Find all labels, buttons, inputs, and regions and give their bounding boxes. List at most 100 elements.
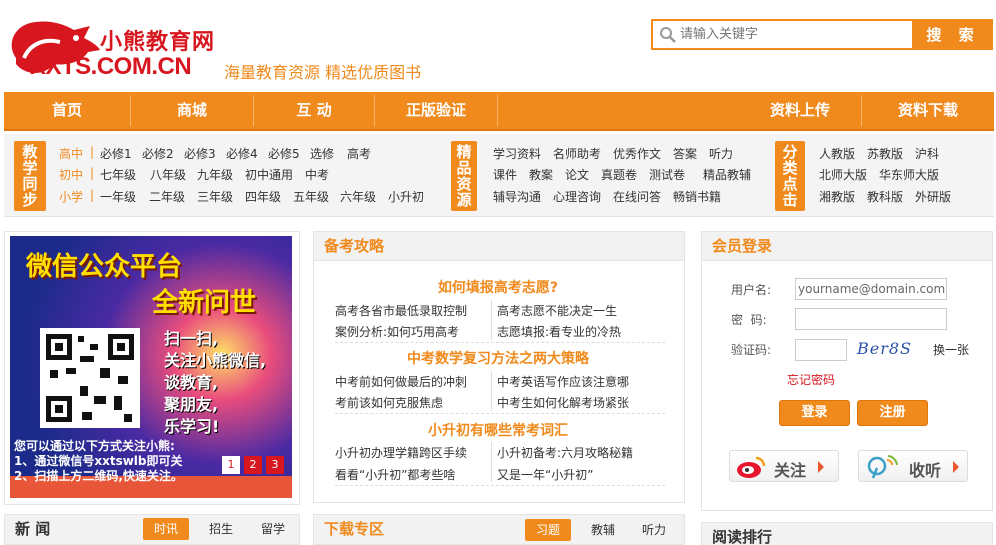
cat-link[interactable]: 九年级 [197,166,233,183]
res-link[interactable]: 优秀作文 [613,145,661,162]
brand-url[interactable]: XXTS.COM.CN [30,53,192,81]
downloads-tab-listening[interactable]: 听力 [631,519,677,541]
cat-link[interactable]: 必修2 [142,145,174,162]
nav-mall[interactable]: 商城 [131,92,253,129]
gaokao-link[interactable]: 又是一年“小升初” [497,466,593,483]
search-button[interactable]: 搜 索 [913,19,993,50]
res-link[interactable]: 教案 [529,166,553,183]
row-label-junior[interactable]: 初中 [59,166,83,183]
gaokao-link[interactable]: 高考志愿不能决定一生 [497,302,617,319]
cat-link[interactable]: 高考 [347,145,371,162]
banner-page-3[interactable]: 3 [266,456,284,474]
column-divider [491,371,492,411]
gaokao-link[interactable]: 高考各省市最低录取控制 [335,302,467,319]
cat-link[interactable]: 四年级 [245,188,281,205]
search-input[interactable] [680,21,910,48]
res-link[interactable]: 测试卷 [649,166,685,183]
downloads-tab-exercises[interactable]: 习题 [525,519,571,541]
nav-divider [497,95,498,126]
edition-link[interactable]: 人教版 [819,145,855,162]
cat-link[interactable]: 选修 [310,145,334,162]
downloads-tab-guides[interactable]: 教辅 [580,519,626,541]
cat-link[interactable]: 中考 [305,166,329,183]
column-divider [491,300,492,340]
register-button[interactable]: 注册 [857,400,928,426]
cat-link[interactable]: 一年级 [100,188,136,205]
cat-link[interactable]: 必修1 [100,145,132,162]
nav-upload[interactable]: 资料上传 [742,92,858,129]
res-link[interactable]: 在线问答 [613,188,661,205]
classify-tag-char: 类 [782,159,798,177]
nav-verify[interactable]: 正版验证 [375,92,497,129]
res-link[interactable]: 心理咨询 [553,188,601,205]
edition-link[interactable]: 苏教版 [867,145,903,162]
res-link[interactable]: 精品教辅 [703,166,751,183]
cat-link[interactable]: 二年级 [149,188,185,205]
gaokao-link[interactable]: 中考生如何化解考场紧张 [497,394,629,411]
edition-link[interactable]: 沪科 [915,145,939,162]
res-link[interactable]: 真题卷 [601,166,637,183]
gaokao-link[interactable]: 考前该如何克服焦虑 [335,394,443,411]
news-tab-admission[interactable]: 招生 [198,518,244,540]
cat-link[interactable]: 八年级 [150,166,186,183]
gaokao-link[interactable]: 案例分析:如何巧用高考 [335,323,459,340]
banner-page-2[interactable]: 2 [244,456,262,474]
username-input[interactable] [795,278,947,300]
edition-link[interactable]: 教科版 [867,188,903,205]
cat-link[interactable]: 五年级 [293,188,329,205]
res-link[interactable]: 辅导沟通 [493,188,541,205]
res-link[interactable]: 畅销书籍 [673,188,721,205]
gaokao-link[interactable]: 看看“小升初”都考些啥 [335,466,455,483]
res-link[interactable]: 名师助考 [553,145,601,162]
gaokao-link[interactable]: 志愿填报:看专业的冷热 [497,323,621,340]
captcha-image[interactable]: Ber8S [857,339,912,358]
tencent-listen-button[interactable]: 收听 [858,450,968,482]
dashed-divider [335,413,665,414]
gaokao-heading[interactable]: 如何填报高考志愿? [313,277,683,297]
news-tab-latest[interactable]: 时讯 [143,518,189,540]
gaokao-heading[interactable]: 小升初有哪些常考词汇 [313,420,683,440]
nav-home[interactable]: 首页 [4,92,130,129]
cat-link[interactable]: 七年级 [100,166,136,183]
cat-link[interactable]: 必修3 [184,145,216,162]
cat-link[interactable]: 初中通用 [245,166,293,183]
cat-link[interactable]: 必修5 [268,145,300,162]
res-link[interactable]: 答案 [673,145,697,162]
edition-link[interactable]: 外研版 [915,188,951,205]
captcha-refresh-link[interactable]: 换一张 [933,341,969,358]
cat-link[interactable]: 六年级 [340,188,376,205]
news-tab-abroad[interactable]: 留学 [250,518,296,540]
row-label-primary[interactable]: 小学 [59,188,83,205]
cat-link[interactable]: 三年级 [197,188,233,205]
listen-label: 收听 [909,461,942,480]
res-link[interactable]: 论文 [565,166,589,183]
gaokao-heading[interactable]: 中考数学复习方法之两大策略 [313,348,683,368]
banner-slogan-line: 关注小熊微信, [164,351,267,370]
edition-link[interactable]: 北师大版 [819,166,867,183]
edition-link[interactable]: 湘教版 [819,188,855,205]
main-nav: 首页 商城 互 动 正版验证 资料上传 资料下载 [4,92,994,131]
brand-name[interactable]: 小熊教育网 [100,24,215,56]
gaokao-link[interactable]: 中考英语写作应该注意哪 [497,373,629,390]
row-label-senior[interactable]: 高中 [59,145,83,162]
weibo-follow-button[interactable]: 关注 [729,450,839,482]
res-link[interactable]: 课件 [493,166,517,183]
password-input[interactable] [795,308,947,330]
gaokao-link[interactable]: 小升初备考:六月攻略秘籍 [497,444,633,461]
nav-download[interactable]: 资料下载 [862,92,994,129]
gaokao-link[interactable]: 中考前如何做最后的冲刺 [335,373,467,390]
login-button[interactable]: 登录 [779,400,850,426]
gaokao-link[interactable]: 小升初办理学籍跨区手续 [335,444,467,461]
cat-link[interactable]: 必修4 [226,145,258,162]
downloads-title: 下载专区 [324,520,385,538]
nav-interact[interactable]: 互 动 [254,92,374,129]
res-link[interactable]: 学习资料 [493,145,541,162]
wechat-banner[interactable]: 微信公众平台 全新问世 扫一扫, 关注小熊微信, 谈教育, 聚朋友, 乐学习! … [10,236,292,498]
edition-link[interactable]: 华东师大版 [879,166,939,183]
res-link[interactable]: 听力 [709,145,733,162]
login-header: 会员登录 [702,232,992,261]
forgot-password-link[interactable]: 忘记密码 [787,371,835,388]
cat-link[interactable]: 小升初 [388,188,424,205]
banner-page-1[interactable]: 1 [222,456,240,474]
captcha-input[interactable] [795,339,847,361]
